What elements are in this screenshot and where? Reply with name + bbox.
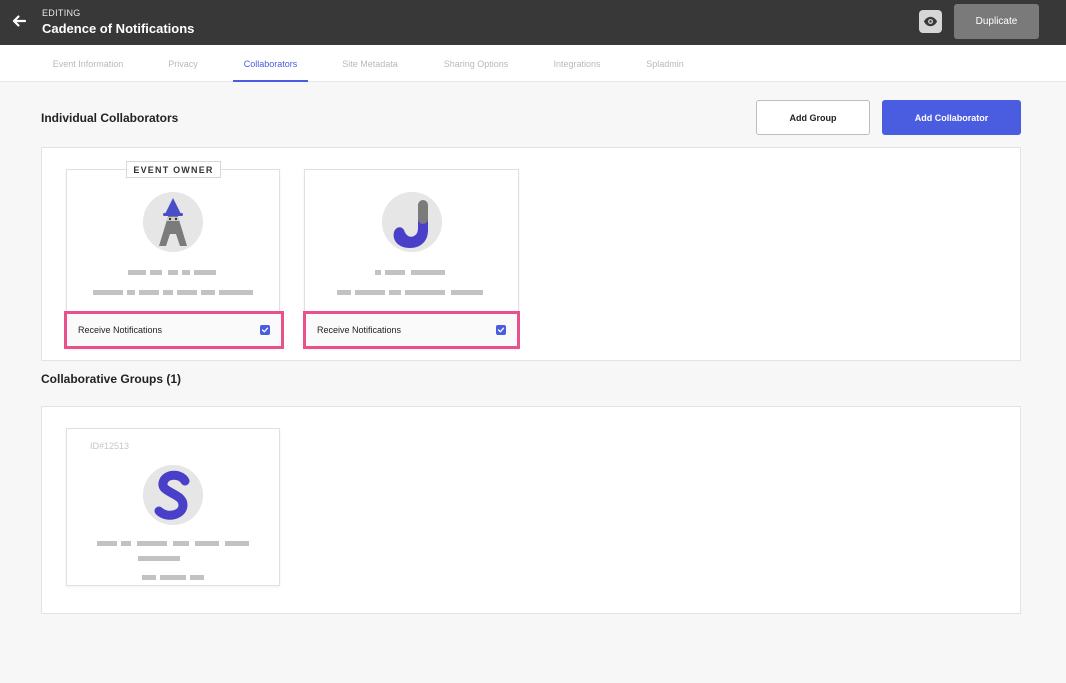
tab-event-information[interactable]: Event Information xyxy=(44,45,132,82)
avatar xyxy=(143,192,203,252)
tab-spladmin[interactable]: Spladmin xyxy=(638,45,692,82)
receive-notifications-checkbox[interactable] xyxy=(496,325,506,335)
tab-collaborators[interactable]: Collaborators xyxy=(233,45,308,82)
receive-notifications-row: Receive Notifications xyxy=(64,311,284,349)
avatar xyxy=(143,465,203,525)
arrow-left-icon[interactable] xyxy=(9,11,29,31)
collaborator-email-redacted xyxy=(93,290,253,295)
eye-icon xyxy=(923,16,938,27)
avatar xyxy=(382,192,442,252)
tab-sharing-options[interactable]: Sharing Options xyxy=(436,45,516,82)
group-name-redacted xyxy=(138,556,180,561)
tab-privacy[interactable]: Privacy xyxy=(160,45,206,82)
group-name-redacted xyxy=(97,541,249,546)
top-bar: EDITING Cadence of Notifications Duplica… xyxy=(0,0,1066,45)
event-owner-badge: EVENT OWNER xyxy=(126,161,221,178)
tab-integrations[interactable]: Integrations xyxy=(545,45,609,82)
receive-notifications-label: Receive Notifications xyxy=(78,325,163,335)
editing-label: EDITING xyxy=(42,8,81,18)
collaborative-groups-title: Collaborative Groups (1) xyxy=(41,372,182,386)
tab-bar: Event Information Privacy Collaborators … xyxy=(0,45,1066,82)
check-icon xyxy=(261,327,269,333)
collaborator-name-redacted xyxy=(375,270,445,275)
add-group-button[interactable]: Add Group xyxy=(756,100,870,135)
collaborator-name-redacted xyxy=(128,270,218,275)
tab-site-metadata[interactable]: Site Metadata xyxy=(334,45,406,82)
duplicate-button[interactable]: Duplicate xyxy=(954,4,1039,39)
receive-notifications-row: Receive Notifications xyxy=(303,311,520,349)
add-collaborator-button[interactable]: Add Collaborator xyxy=(882,100,1021,135)
group-count-redacted xyxy=(142,575,204,580)
collaborator-email-redacted xyxy=(337,290,483,295)
receive-notifications-checkbox[interactable] xyxy=(260,325,270,335)
receive-notifications-label: Receive Notifications xyxy=(317,325,402,335)
check-icon xyxy=(497,327,505,333)
individual-collaborators-title: Individual Collaborators xyxy=(41,111,179,125)
group-id: ID#12513 xyxy=(90,441,130,451)
event-title: Cadence of Notifications xyxy=(42,21,195,36)
preview-button[interactable] xyxy=(919,10,942,33)
